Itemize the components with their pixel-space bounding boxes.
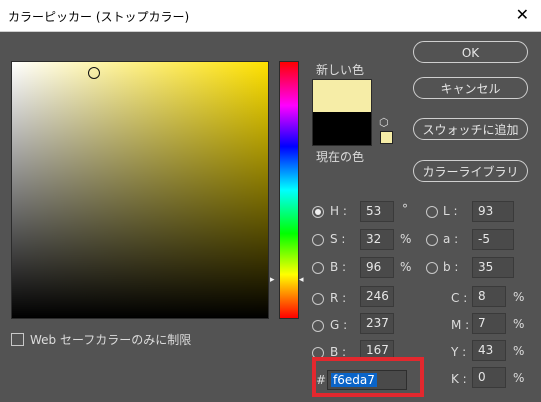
unit-y: %: [513, 344, 525, 358]
window-title: カラーピッカー (ストップカラー): [8, 10, 190, 24]
radio-l[interactable]: [426, 206, 438, 218]
input-r[interactable]: 246: [360, 286, 394, 307]
label-l: L :: [443, 204, 458, 218]
input-h[interactable]: 53: [360, 201, 394, 222]
input-l[interactable]: 93: [472, 201, 514, 222]
unit-s: %: [400, 232, 412, 246]
label-b-hsb: B :: [330, 260, 347, 274]
input-a[interactable]: -5: [472, 229, 514, 250]
label-g: G :: [330, 318, 348, 332]
label-k: K :: [451, 372, 467, 386]
label-h: H :: [330, 204, 347, 218]
unit-k: %: [513, 371, 525, 385]
current-color-swatch[interactable]: [312, 112, 372, 146]
label-b-lab: b :: [443, 260, 459, 274]
unit-b-hsb: %: [400, 260, 412, 274]
radio-r[interactable]: [312, 293, 324, 305]
input-c[interactable]: 8: [472, 286, 506, 307]
label-r: R :: [330, 291, 347, 305]
input-b-hsb[interactable]: 96: [360, 257, 394, 278]
color-field[interactable]: [11, 61, 269, 319]
web-safe-only-label[interactable]: Web セーフカラーのみに制限: [30, 331, 191, 348]
web-safe-only-checkbox[interactable]: [11, 333, 24, 346]
label-y: Y :: [451, 345, 467, 359]
unit-m: %: [513, 317, 525, 331]
label-a: a :: [443, 232, 459, 246]
hue-slider-left-arrow-icon[interactable]: ▸: [270, 275, 275, 285]
input-g[interactable]: 237: [360, 313, 394, 334]
input-m[interactable]: 7: [472, 313, 506, 334]
radio-g[interactable]: [312, 320, 324, 332]
title-bar: カラーピッカー (ストップカラー) ✕: [0, 0, 541, 32]
radio-s[interactable]: [312, 234, 324, 246]
ok-button[interactable]: OK: [413, 41, 528, 63]
hue-slider-right-arrow-icon[interactable]: ◂: [299, 275, 304, 285]
hue-slider[interactable]: [279, 61, 299, 319]
new-color-swatch: [312, 79, 372, 113]
input-b-lab[interactable]: 35: [472, 257, 514, 278]
label-m: M :: [451, 318, 470, 332]
hex-value-selected: f6eda7: [331, 373, 377, 387]
new-color-label: 新しい色: [316, 63, 365, 77]
unit-h: °: [402, 202, 408, 216]
color-field-cursor[interactable]: [88, 67, 100, 79]
current-color-label: 現在の色: [316, 150, 365, 164]
cancel-button[interactable]: キャンセル: [413, 77, 528, 99]
web-safe-swatch[interactable]: [380, 131, 393, 144]
label-c: C :: [451, 291, 468, 305]
unit-c: %: [513, 290, 525, 304]
label-s: S :: [330, 232, 346, 246]
input-k[interactable]: 0: [472, 367, 506, 388]
web-safe-cube-icon[interactable]: ⬡: [379, 116, 389, 129]
input-s[interactable]: 32: [360, 229, 394, 250]
radio-h[interactable]: [312, 206, 324, 218]
add-to-swatches-button[interactable]: スウォッチに追加: [413, 118, 528, 140]
hex-input[interactable]: f6eda7: [327, 370, 407, 390]
close-icon[interactable]: ✕: [516, 5, 529, 24]
hex-prefix: #: [316, 373, 327, 387]
color-libraries-button[interactable]: カラーライブラリ: [413, 160, 528, 182]
radio-b-lab[interactable]: [426, 262, 438, 274]
radio-b-hsb[interactable]: [312, 262, 324, 274]
radio-a[interactable]: [426, 234, 438, 246]
input-y[interactable]: 43: [472, 340, 506, 361]
